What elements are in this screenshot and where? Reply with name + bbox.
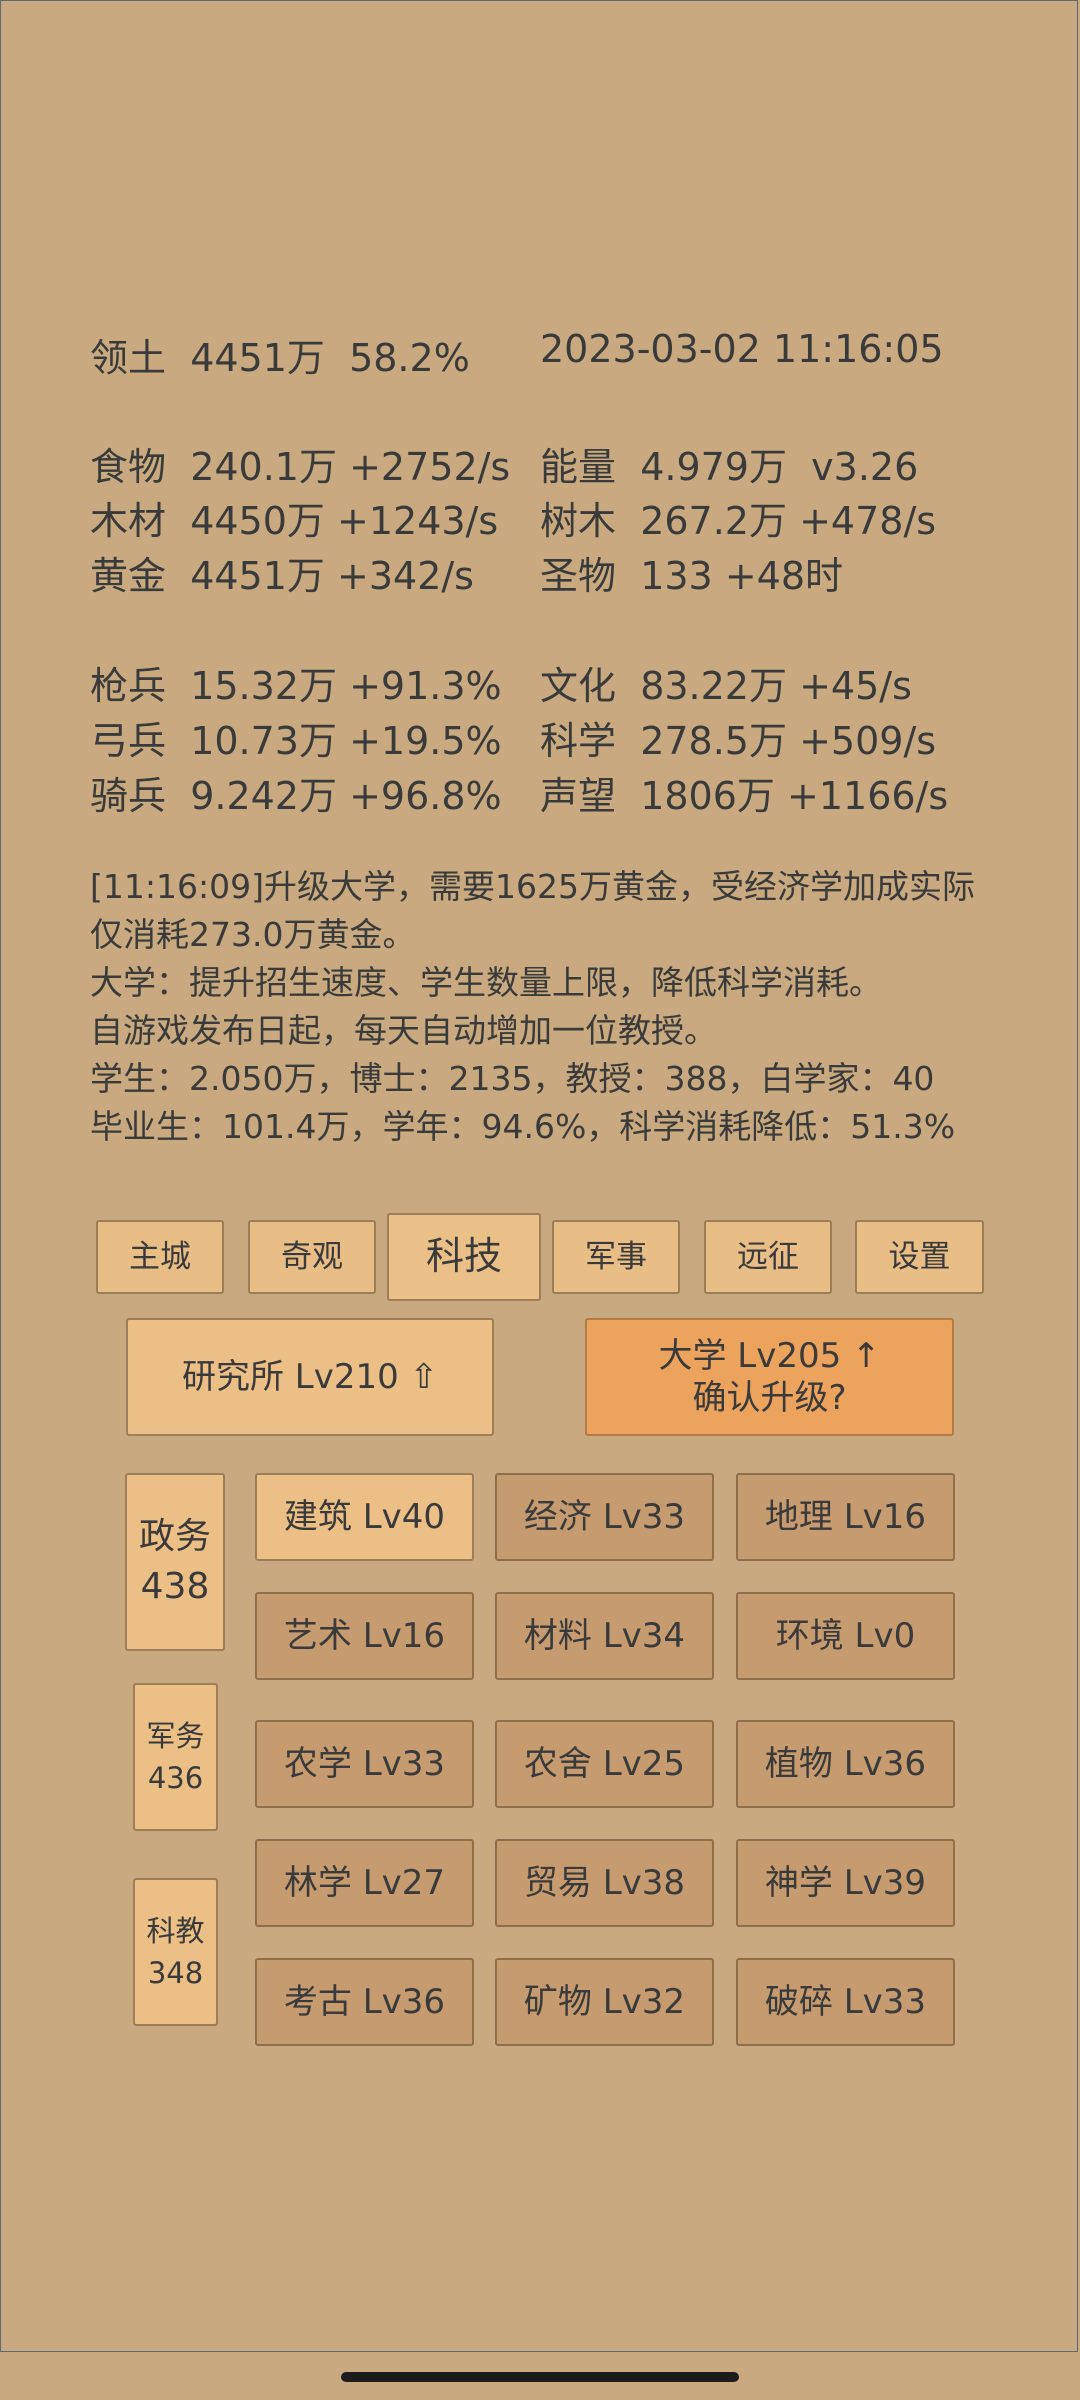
tab-main-city[interactable]: 主城 (96, 1220, 224, 1294)
log-line: 自游戏发布日起，每天自动增加一位教授。 (90, 1011, 717, 1050)
log-line: 大学：提升招生速度、学生数量上限，降低科学消耗。 (90, 963, 882, 1002)
game-datetime: 2023-03-02 11:16:05 (540, 327, 944, 371)
tech-shatter[interactable]: 破碎 Lv33 (736, 1958, 955, 2046)
tech-farmhouse[interactable]: 农舍 Lv25 (495, 1720, 714, 1808)
log-line: [11:16:09]升级大学，需要1625万黄金，受经济学加成实际 (90, 867, 975, 906)
tech-minerals[interactable]: 矿物 Lv32 (495, 1958, 714, 2046)
category-military-affairs[interactable]: 军务 436 (133, 1683, 218, 1831)
tech-environment[interactable]: 环境 Lv0 (736, 1592, 955, 1680)
tab-settings[interactable]: 设置 (855, 1220, 984, 1294)
institute-button[interactable]: 研究所 Lv210 ⇧ (126, 1318, 494, 1436)
resource-food: 食物 240.1万 +2752/s (90, 445, 511, 489)
log-line: 学生：2.050万，博士：2135，教授：388，白学家：40 (90, 1059, 935, 1098)
confirm-upgrade-text: 确认升级? (692, 1378, 847, 1418)
territory-percent: 58.2% (349, 336, 470, 380)
resource-prestige: 声望 1806万 +1166/s (540, 774, 949, 818)
territory-value: 4451万 (190, 336, 325, 380)
tech-theology[interactable]: 神学 Lv39 (736, 1839, 955, 1927)
tech-botany[interactable]: 植物 Lv36 (736, 1720, 955, 1808)
category-government[interactable]: 政务 438 (125, 1473, 225, 1651)
territory-label: 领土 (90, 336, 167, 380)
unit-cavalry: 骑兵 9.242万 +96.8% (90, 774, 502, 818)
resource-energy: 能量 4.979万 v3.26 (540, 445, 919, 489)
tech-architecture[interactable]: 建筑 Lv40 (255, 1473, 474, 1561)
tech-agriculture[interactable]: 农学 Lv33 (255, 1720, 474, 1808)
category-science-education[interactable]: 科教 348 (133, 1878, 218, 2026)
tech-trade[interactable]: 贸易 Lv38 (495, 1839, 714, 1927)
log-line: 毕业生：101.4万，学年：94.6%，科学消耗降低：51.3% (90, 1107, 956, 1146)
resource-relics: 圣物 133 +48时 (540, 554, 844, 598)
tech-archaeology[interactable]: 考古 Lv36 (255, 1958, 474, 2046)
territory-row: 领土 4451万 58.2% (90, 327, 470, 382)
university-level: 大学 Lv205 ↑ (658, 1335, 881, 1376)
tab-wonders[interactable]: 奇观 (248, 1220, 376, 1294)
home-indicator[interactable] (341, 2372, 739, 2382)
tech-materials[interactable]: 材料 Lv34 (495, 1592, 714, 1680)
unit-spearmen: 枪兵 15.32万 +91.3% (90, 664, 502, 708)
tab-expedition[interactable]: 远征 (704, 1220, 832, 1294)
tab-military[interactable]: 军事 (552, 1220, 680, 1294)
tech-forestry[interactable]: 林学 Lv27 (255, 1839, 474, 1927)
resource-science: 科学 278.5万 +509/s (540, 719, 937, 763)
resource-wood: 木材 4450万 +1243/s (90, 499, 499, 543)
tech-economics[interactable]: 经济 Lv33 (495, 1473, 714, 1561)
resource-gold: 黄金 4451万 +342/s (90, 554, 474, 598)
tab-technology[interactable]: 科技 (387, 1213, 541, 1301)
resource-culture: 文化 83.22万 +45/s (540, 664, 912, 708)
resource-trees: 树木 267.2万 +478/s (540, 499, 937, 543)
tech-art[interactable]: 艺术 Lv16 (255, 1592, 474, 1680)
university-upgrade-button[interactable]: 大学 Lv205 ↑ 确认升级? (585, 1318, 954, 1436)
unit-archers: 弓兵 10.73万 +19.5% (90, 719, 502, 763)
message-log: [11:16:09]升级大学，需要1625万黄金，受经济学加成实际 仅消耗273… (90, 863, 1010, 1151)
tech-geography[interactable]: 地理 Lv16 (736, 1473, 955, 1561)
log-line: 仅消耗273.0万黄金。 (90, 915, 416, 954)
